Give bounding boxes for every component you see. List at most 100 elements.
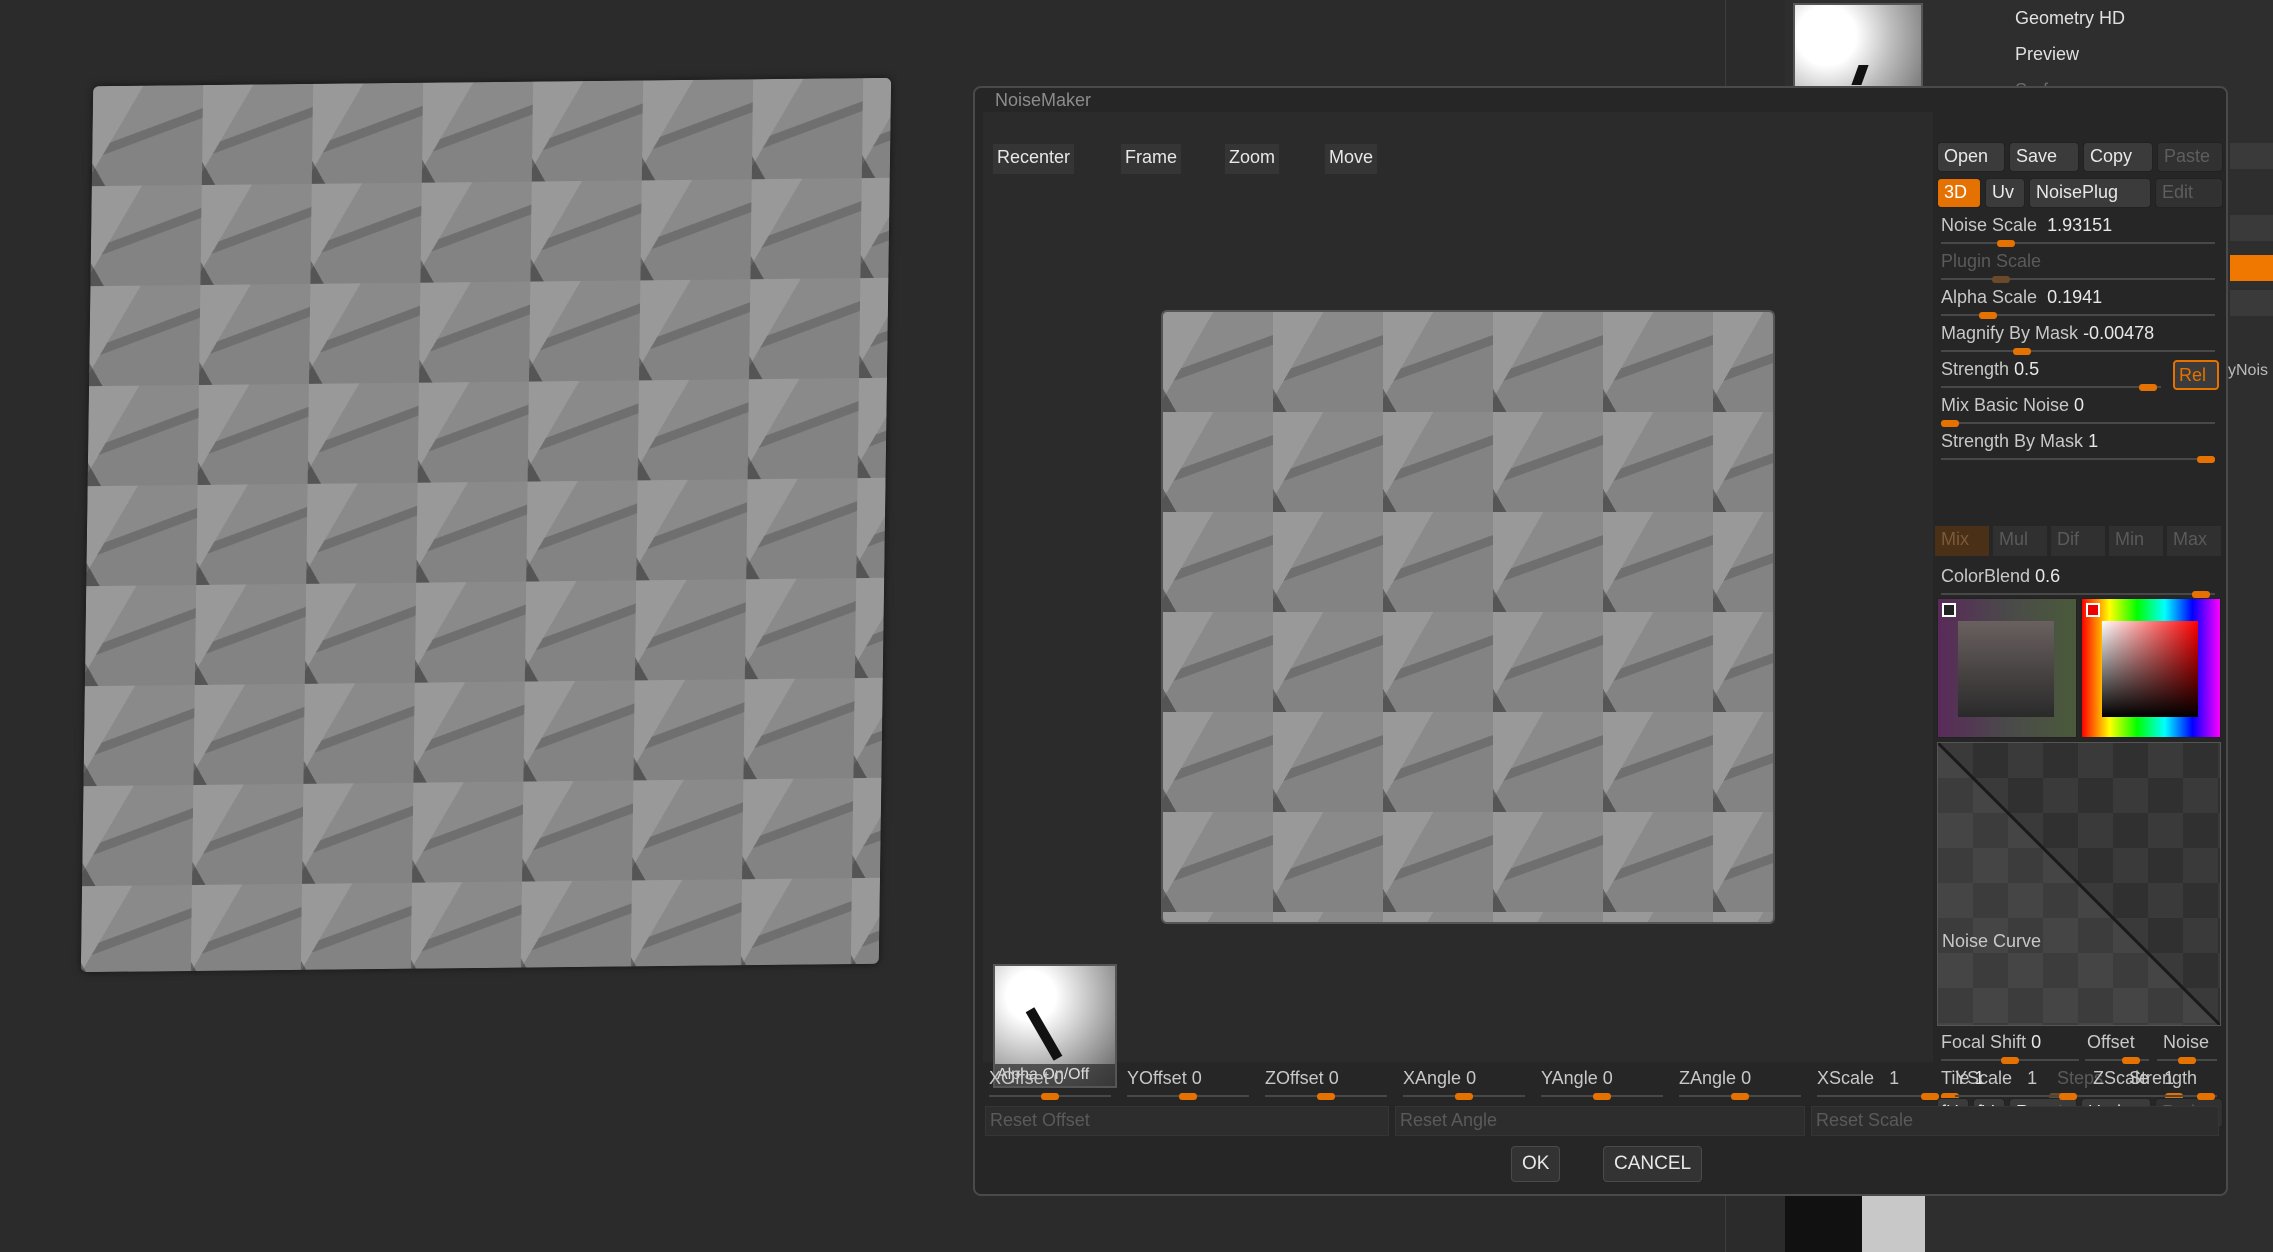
yangle-slider[interactable]: YAngle 0 <box>1537 1066 1667 1100</box>
slider-knob[interactable] <box>2121 1057 2140 1064</box>
yscale-slider[interactable]: YScale 1 <box>1951 1066 2081 1100</box>
zoom-button[interactable]: Zoom <box>1225 144 1280 174</box>
xscale-slider[interactable]: XScale 1 <box>1813 1066 1943 1100</box>
zangle-label: ZAngle <box>1679 1068 1737 1088</box>
ok-button[interactable]: OK <box>1511 1146 1561 1182</box>
blend-mul-button[interactable]: Mul <box>1993 526 2047 556</box>
noise-controls-panel: Open Save Copy Paste 3D Uv NoisePlug Edi… <box>1935 112 2225 1100</box>
reset-angle-button[interactable]: Reset Angle <box>1395 1106 1805 1136</box>
recenter-button[interactable]: Recenter <box>993 144 1075 174</box>
offset-slider[interactable]: Offset <box>2081 1030 2153 1064</box>
xoffset-value: 0 <box>1053 1068 1064 1088</box>
noise-curve-label: Noise Curve <box>1942 931 2042 951</box>
app-bar <box>2230 215 2273 241</box>
slider-knob[interactable] <box>1997 240 2016 247</box>
edit-button[interactable]: Edit <box>2155 178 2223 208</box>
save-button[interactable]: Save <box>2009 142 2079 172</box>
slider-knob[interactable] <box>1941 420 1959 427</box>
slider-knob[interactable] <box>1593 1093 1611 1100</box>
reset-scale-button[interactable]: Reset Scale <box>1811 1106 2219 1136</box>
alpha-shape <box>1025 1007 1063 1061</box>
strength-slider[interactable]: Strength 0.5 <box>1937 357 2165 391</box>
slider-knob[interactable] <box>1992 276 2011 283</box>
open-button[interactable]: Open <box>1937 142 2005 172</box>
color-square[interactable] <box>2102 621 2198 717</box>
slider-knob[interactable] <box>1041 1093 1059 1100</box>
zangle-slider[interactable]: ZAngle 0 <box>1675 1066 1805 1100</box>
colorblend-slider[interactable]: ColorBlend 0.6 <box>1937 564 2219 598</box>
noiseplug-button[interactable]: NoisePlug <box>2029 178 2151 208</box>
yoffset-value: 0 <box>1191 1068 1202 1088</box>
plugin-scale-slider[interactable]: Plugin Scale <box>1937 249 2219 283</box>
slider-knob[interactable] <box>2178 1057 2196 1064</box>
slider-knob[interactable] <box>1179 1093 1197 1100</box>
colorblend-label: ColorBlend <box>1941 566 2031 586</box>
noise-slider[interactable]: Noise <box>2153 1030 2221 1064</box>
blend-mix-button[interactable]: Mix <box>1935 526 1989 556</box>
yscale-value: 1 <box>2027 1068 2038 1088</box>
slider-knob[interactable] <box>1455 1093 1473 1100</box>
slider-knob[interactable] <box>1731 1093 1749 1100</box>
reset-offset-button[interactable]: Reset Offset <box>985 1106 1389 1136</box>
preview-area[interactable]: Recenter Frame Zoom Move Alpha On/Off <box>983 112 1933 1088</box>
color-square[interactable] <box>1958 621 2054 717</box>
yoffset-slider[interactable]: YOffset 0 <box>1123 1066 1253 1100</box>
slider-knob[interactable] <box>2197 456 2215 463</box>
slider-knob[interactable] <box>1921 1093 1939 1100</box>
slider-knob[interactable] <box>2191 591 2210 598</box>
noise-scale-slider[interactable]: Noise Scale 1.93151 <box>1937 213 2219 247</box>
mix-basic-noise-value: 0 <box>2074 395 2085 415</box>
secondary-color-swatch[interactable] <box>1942 603 1956 617</box>
blend-max-button[interactable]: Max <box>2167 526 2221 556</box>
main-color-picker[interactable] <box>2081 598 2221 738</box>
uv-mode-button[interactable]: Uv <box>1985 178 2025 208</box>
xangle-value: 0 <box>1466 1068 1477 1088</box>
main-color-swatch[interactable] <box>2086 603 2100 617</box>
slider-knob[interactable] <box>2012 348 2031 355</box>
frame-button[interactable]: Frame <box>1121 144 1182 174</box>
strength-value: 0.5 <box>2014 359 2040 379</box>
slider-knob[interactable] <box>2197 1093 2215 1100</box>
xscale-label: XScale <box>1817 1068 1875 1088</box>
alpha-scale-slider[interactable]: Alpha Scale 0.1941 <box>1937 285 2219 319</box>
strength-by-mask-value: 1 <box>2088 431 2099 451</box>
xangle-slider[interactable]: XAngle 0 <box>1399 1066 1529 1100</box>
3d-mode-button[interactable]: 3D <box>1937 178 1981 208</box>
yangle-label: YAngle <box>1541 1068 1598 1088</box>
blend-min-button[interactable]: Min <box>2109 526 2163 556</box>
copy-button[interactable]: Copy <box>2083 142 2153 172</box>
app-bar <box>2230 143 2273 169</box>
blend-dif-button[interactable]: Dif <box>2051 526 2105 556</box>
mix-basic-noise-slider[interactable]: Mix Basic Noise 0 <box>1937 393 2219 427</box>
xoffset-slider[interactable]: XOffset 0 <box>985 1066 1115 1100</box>
active-bar[interactable] <box>2230 255 2273 281</box>
mesh-viewport[interactable] <box>80 77 892 973</box>
slider-knob[interactable] <box>1317 1093 1335 1100</box>
colorblend-value: 0.6 <box>2035 566 2061 586</box>
yangle-value: 0 <box>1602 1068 1613 1088</box>
zoffset-label: ZOffset <box>1265 1068 1324 1088</box>
zoffset-value: 0 <box>1328 1068 1339 1088</box>
rel-button[interactable]: Rel <box>2173 360 2219 390</box>
paste-button[interactable]: Paste <box>2157 142 2223 172</box>
move-button[interactable]: Move <box>1325 144 1378 174</box>
noise-curve-editor[interactable]: Noise Curve <box>1937 742 2221 1026</box>
magnify-by-mask-slider[interactable]: Magnify By Mask -0.00478 <box>1937 321 2219 355</box>
cancel-button[interactable]: CANCEL <box>1603 1146 1703 1182</box>
focal-shift-slider[interactable]: Focal Shift 0 <box>1937 1030 2083 1064</box>
menu-geometry-hd[interactable]: Geometry HD <box>2015 8 2125 29</box>
slider-knob[interactable] <box>2138 384 2157 391</box>
zoffset-slider[interactable]: ZOffset 0 <box>1261 1066 1391 1100</box>
strength-by-mask-slider[interactable]: Strength By Mask 1 <box>1937 429 2219 463</box>
menu-preview[interactable]: Preview <box>2015 44 2079 65</box>
noise-scale-value: 1.93151 <box>2047 215 2113 235</box>
slider-knob[interactable] <box>2059 1093 2077 1100</box>
mix-basic-noise-label: Mix Basic Noise <box>1941 395 2070 415</box>
xscale-value: 1 <box>1889 1068 1900 1088</box>
noise-preview[interactable] <box>1161 310 1775 924</box>
zscale-slider[interactable]: ZScale 1 <box>2089 1066 2219 1100</box>
slider-knob[interactable] <box>1979 312 1998 319</box>
strength-by-mask-label: Strength By Mask <box>1941 431 2084 451</box>
secondary-color-picker[interactable] <box>1937 598 2077 738</box>
slider-knob[interactable] <box>2001 1057 2019 1064</box>
